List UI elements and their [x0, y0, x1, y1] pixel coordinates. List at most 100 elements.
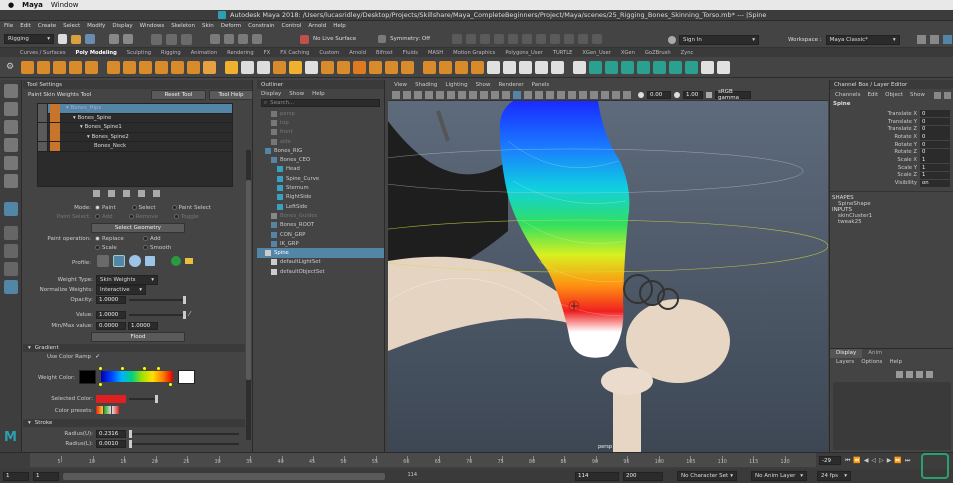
outliner-item[interactable]: top — [257, 118, 384, 127]
shelf-tab[interactable]: XGen_User — [582, 50, 610, 56]
selected-color-slider[interactable] — [129, 395, 158, 403]
gate-mask-icon[interactable] — [469, 91, 477, 99]
channel-row[interactable]: Scale Z1 — [830, 171, 953, 180]
snap-curve-icon[interactable] — [224, 34, 234, 44]
menu-edit[interactable]: Edit — [20, 23, 31, 29]
render-sequence-icon[interactable] — [550, 34, 561, 44]
toggle-tool-settings-icon[interactable] — [930, 35, 939, 44]
tab-display[interactable]: Display — [830, 349, 863, 358]
step-back-key-icon[interactable]: ⏪ — [853, 457, 860, 465]
arnold-icon[interactable] — [508, 34, 519, 44]
paint-op-scale-radio[interactable]: Scale — [95, 245, 143, 251]
shelf-tool-icon[interactable] — [21, 60, 35, 74]
menu-select[interactable]: Select — [63, 23, 80, 29]
scrollbar-thumb[interactable] — [246, 180, 251, 380]
influence-color-swatch[interactable] — [50, 132, 60, 142]
shadows-icon[interactable] — [557, 91, 565, 99]
shelf-tool-icon[interactable] — [353, 60, 367, 74]
mode-select-radio[interactable]: Select — [131, 205, 156, 211]
outliner-item[interactable]: Bones_Guides — [257, 211, 384, 220]
paint-select-add-radio[interactable]: Add — [95, 214, 113, 220]
menu-display[interactable]: Display — [112, 23, 132, 29]
shelf-tool-icon[interactable] — [257, 60, 271, 74]
channel-value[interactable]: 1 — [920, 164, 950, 172]
shelf-tab[interactable]: Polygons_User — [505, 50, 543, 56]
lock-influence-icon[interactable] — [38, 103, 48, 113]
shelf-tab[interactable]: Sculpting — [127, 50, 151, 56]
expand-arrow-icon[interactable]: ▾ — [80, 124, 83, 130]
colorspace-field[interactable]: sRGB gamma — [715, 89, 751, 101]
reset-tool-button[interactable]: Reset Tool — [151, 90, 206, 100]
shelf-tab[interactable]: Bifrost — [376, 50, 393, 56]
viewport-scene[interactable] — [388, 101, 828, 452]
outliner-search-input[interactable]: ⌕ Search... — [261, 99, 380, 107]
outliner-item[interactable]: Bones_ROOT — [257, 221, 384, 230]
channel-value[interactable]: 0 — [920, 118, 950, 126]
outliner-menu-item[interactable]: Show — [289, 91, 304, 97]
shelf-tool-icon[interactable] — [305, 60, 319, 74]
outliner-item[interactable]: LeftSide — [257, 202, 384, 211]
lock-influence-icon[interactable] — [38, 122, 48, 132]
toggle-attribute-editor-icon[interactable] — [917, 35, 926, 44]
camera-attributes-icon[interactable] — [403, 91, 411, 99]
weight-color-black-swatch[interactable] — [79, 370, 96, 384]
snap-point-icon[interactable] — [238, 34, 248, 44]
lights-icon[interactable] — [546, 91, 554, 99]
outliner-item[interactable]: IK_GRP — [257, 239, 384, 248]
channel-row[interactable]: Translate X0 — [830, 110, 953, 118]
step-forward-icon[interactable]: ▶ — [887, 457, 892, 465]
outliner-item[interactable]: Bones_RIG — [257, 146, 384, 155]
menu-constrain[interactable]: Constrain — [248, 23, 274, 29]
viewport-menu-item[interactable]: Renderer — [498, 82, 523, 88]
start-time-field[interactable]: 1 — [3, 471, 29, 481]
textured-icon[interactable] — [535, 91, 543, 99]
four-view-layout-icon[interactable] — [3, 244, 18, 258]
paint-op-replace-radio[interactable]: Replace — [95, 236, 143, 242]
profile-image-icon[interactable] — [171, 256, 181, 266]
channel-object-name[interactable]: Spine — [830, 101, 953, 110]
new-empty-layer-icon[interactable] — [916, 371, 923, 378]
outliner-item[interactable]: Spine_Curve — [257, 174, 384, 183]
arnold-render-view-icon[interactable] — [522, 34, 533, 44]
influence-row[interactable]: ▾ Bones_Spine1 — [38, 122, 232, 133]
layer-menu-item[interactable]: Layers — [836, 359, 854, 365]
shelf-tool-icon[interactable] — [225, 60, 239, 74]
snap-grid-icon[interactable] — [210, 34, 220, 44]
shelf-tool-icon[interactable] — [171, 60, 185, 74]
open-scene-icon[interactable] — [71, 34, 81, 44]
ramp-marker[interactable] — [121, 367, 124, 370]
ramp-marker[interactable] — [99, 367, 102, 370]
ramp-marker[interactable] — [157, 367, 160, 370]
smooth-shade-icon[interactable] — [513, 91, 521, 99]
outliner-item[interactable]: Bones_CEO — [257, 155, 384, 164]
paint-select-tool-icon[interactable] — [3, 120, 18, 134]
menu-modify[interactable]: Modify — [87, 23, 105, 29]
menu-file[interactable]: File — [4, 23, 13, 29]
playback-end-field[interactable]: 114 — [575, 471, 619, 481]
shelf-tool-icon[interactable] — [487, 60, 501, 74]
shelf-tool-icon[interactable] — [107, 60, 121, 74]
input-item[interactable]: tweak25 — [832, 219, 951, 225]
opacity-slider-handle[interactable] — [183, 296, 186, 304]
channel-row[interactable]: Translate Z0 — [830, 125, 953, 133]
influence-row[interactable]: ▾ Bones_Hips — [38, 103, 232, 114]
layer-list[interactable] — [833, 382, 951, 450]
influence-list[interactable]: ▾ Bones_Hips ▾ Bones_Spine ▾ Bones_Spine1 ▾ Bon… — [37, 103, 233, 187]
flood-button[interactable]: Flood — [91, 332, 185, 342]
paint-select-remove-radio[interactable]: Remove — [128, 214, 158, 220]
gamma-field[interactable]: 1.00 — [683, 91, 703, 99]
influence-row[interactable]: Bones_Neck — [38, 141, 232, 152]
shelf-tool-icon[interactable] — [369, 60, 383, 74]
eyedropper-icon[interactable]: ⁄ — [189, 310, 190, 318]
profile-square-icon[interactable] — [145, 256, 155, 266]
shelf-tab[interactable]: FX — [264, 50, 271, 56]
color-preset-swatch[interactable] — [112, 406, 119, 414]
paint-op-add-radio[interactable]: Add — [143, 236, 191, 242]
play-backwards-icon[interactable]: ◁ — [872, 457, 877, 465]
influence-row[interactable]: ▾ Bones_Spine — [38, 113, 232, 123]
save-scene-icon[interactable] — [85, 34, 95, 44]
outliner-item[interactable]: persp — [257, 109, 384, 118]
range-slider[interactable]: 114 — [63, 472, 417, 480]
shelf-tool-icon[interactable] — [401, 60, 415, 74]
lock-influence-icon[interactable] — [38, 113, 48, 123]
